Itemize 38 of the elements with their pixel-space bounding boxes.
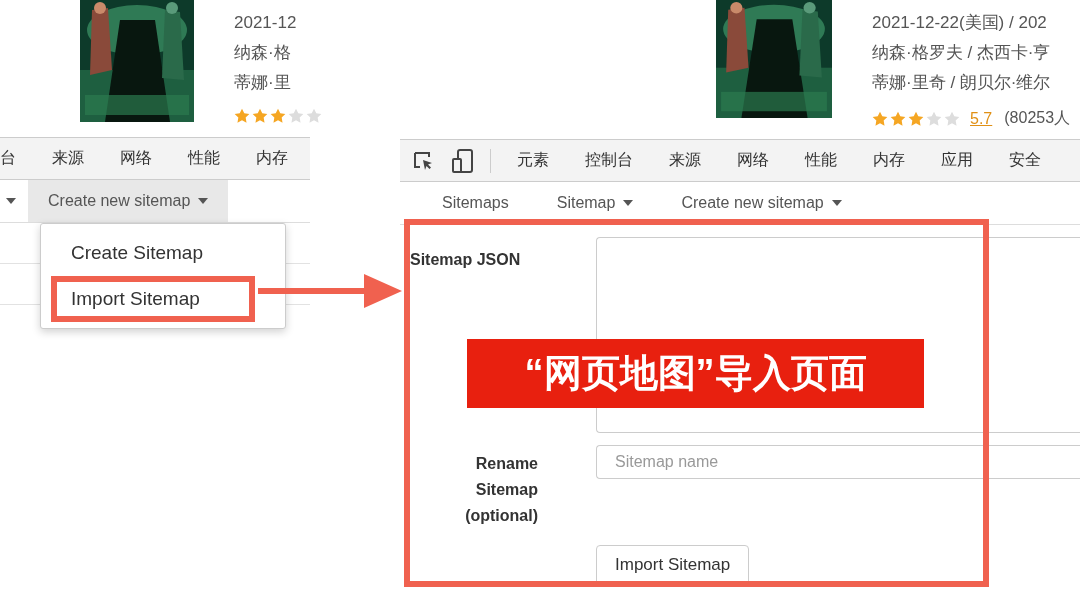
- caret-icon: [198, 198, 209, 204]
- rating-score: 5.7: [970, 109, 993, 128]
- devtools-tab[interactable]: 内存: [256, 148, 288, 169]
- movie-info-text: 2021-12: [234, 12, 298, 34]
- menu-item[interactable]: Import Sitemap: [51, 276, 255, 322]
- devtools-tab[interactable]: 元素: [517, 150, 549, 171]
- devtools-tab[interactable]: 性能: [188, 148, 220, 169]
- devtools-tab[interactable]: 应用: [941, 150, 973, 171]
- movie-info-text: 蒂娜·里奇 / 朗贝尔·维尔: [872, 72, 1052, 94]
- movie-info-text: 纳森·格罗夫 / 杰西卡·亨: [872, 42, 1052, 64]
- devtools-tab[interactable]: 性能: [805, 150, 837, 171]
- devtools-tab[interactable]: 控制台: [585, 150, 633, 171]
- devtools-tab[interactable]: 内存: [873, 150, 905, 171]
- caret-icon: [623, 200, 634, 206]
- rating-count: (80253人: [1004, 108, 1071, 128]
- nav-dropdown[interactable]: Create new sitemap: [28, 180, 229, 222]
- nav-link[interactable]: Sitemaps: [422, 182, 529, 224]
- devtools-tab[interactable]: 网络: [737, 150, 769, 171]
- nav-dropdown[interactable]: Sitemap: [536, 182, 654, 224]
- devtools-tab[interactable]: 网络: [120, 148, 152, 169]
- sitemap-name-input[interactable]: Sitemap name: [596, 445, 1080, 479]
- devtools-tab[interactable]: 台: [0, 148, 16, 169]
- menu-item[interactable]: Create Sitemap: [51, 230, 255, 276]
- nav-dropdown[interactable]: Create new sitemap: [661, 182, 862, 224]
- devtools-tab[interactable]: 来源: [52, 148, 84, 169]
- caption-banner: “网页地图”导入页面: [467, 339, 924, 408]
- device-icon[interactable]: [452, 148, 474, 173]
- movie-info-text: 2021-12-22(美国) / 202: [872, 12, 1048, 34]
- field-label: Sitemap JSON: [410, 251, 522, 269]
- arrow-icon: [258, 274, 402, 308]
- devtools-tab[interactable]: 安全: [1009, 150, 1041, 171]
- field-label: Rename Sitemap (optional): [464, 454, 538, 526]
- movie-info-text: 蒂娜·里: [234, 72, 292, 94]
- inspect-icon[interactable]: [412, 149, 434, 172]
- movie-info-text: 纳森·格: [234, 42, 292, 64]
- caret-icon: [831, 200, 842, 206]
- caret-icon: [6, 198, 16, 204]
- devtools-tab[interactable]: 来源: [669, 150, 701, 171]
